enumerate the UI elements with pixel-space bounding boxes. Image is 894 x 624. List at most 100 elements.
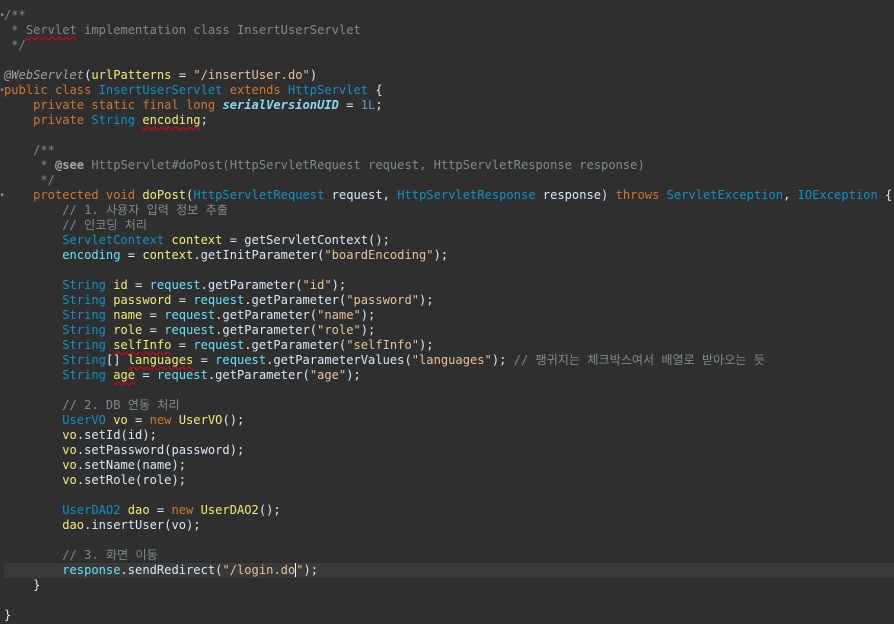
code-line[interactable]: // 3. 화면 이동: [4, 548, 894, 563]
code-token: "password": [346, 293, 420, 307]
code-line[interactable]: /**: [4, 8, 894, 23]
code-token: request: [164, 308, 216, 322]
code-line[interactable]: UserDAO2 dao = new UserDAO2();: [4, 503, 894, 518]
code-line[interactable]: dao.insertUser(vo);: [4, 518, 894, 533]
code-line[interactable]: * Servlet implementation class InsertUse…: [4, 23, 894, 38]
code-token: =: [171, 68, 194, 82]
code-line[interactable]: [4, 533, 894, 548]
code-token: .getParameter(: [244, 338, 347, 352]
code-token: =: [120, 248, 143, 262]
code-token: password: [105, 293, 172, 307]
code-token: */: [4, 173, 55, 187]
code-token: // 2. DB 연동 처리: [4, 398, 180, 412]
code-token: String: [4, 308, 106, 322]
code-line[interactable]: vo.setPassword(password);: [4, 443, 894, 458]
code-token: public class: [4, 83, 99, 97]
code-line[interactable]: */: [4, 38, 894, 53]
code-line[interactable]: vo.setRole(role);: [4, 473, 894, 488]
code-token: response): [535, 188, 616, 202]
code-token: ServletContext: [4, 233, 165, 247]
code-token: request,: [324, 188, 398, 202]
code-line[interactable]: [4, 383, 894, 398]
code-token: "age": [309, 368, 347, 382]
code-token: vo: [105, 413, 128, 427]
code-token: String: [4, 278, 106, 292]
code-line[interactable]: UserVO vo = new UserVO();: [4, 413, 894, 428]
code-token: request: [156, 368, 208, 382]
code-token: HttpServlet: [287, 83, 369, 97]
code-line[interactable]: /**: [4, 143, 894, 158]
code-token: }: [4, 578, 41, 592]
code-line[interactable]: }: [4, 608, 894, 623]
code-token: urlPatterns: [91, 68, 172, 82]
code-line[interactable]: String selfInfo = request.getParameter("…: [4, 338, 894, 353]
code-line-current[interactable]: response.sendRedirect("/login.do");: [4, 563, 894, 578]
code-line[interactable]: // 2. DB 연동 처리: [4, 398, 894, 413]
code-line[interactable]: [4, 128, 894, 143]
code-token: .setName(name);: [76, 458, 187, 472]
code-line[interactable]: vo.setId(id);: [4, 428, 894, 443]
code-token: );: [433, 248, 449, 262]
code-line[interactable]: encoding = context.getInitParameter("boa…: [4, 248, 894, 263]
code-token: "role": [317, 323, 361, 337]
code-line[interactable]: }: [4, 578, 894, 593]
code-token: *: [4, 23, 26, 37]
code-token: =: [127, 278, 150, 292]
code-line[interactable]: [4, 263, 894, 278]
code-token: InsertUserServlet: [98, 83, 223, 97]
code-line[interactable]: */: [4, 173, 894, 188]
code-token: */: [4, 38, 26, 52]
code-token: String: [4, 368, 114, 382]
code-line[interactable]: String id = request.getParameter("id");: [4, 278, 894, 293]
code-line[interactable]: String name = request.getParameter("name…: [4, 308, 894, 323]
code-token: vo: [4, 443, 77, 457]
code-token: new: [171, 503, 201, 517]
code-token: String: [4, 338, 114, 352]
code-line[interactable]: String[] languages = request.getParamete…: [4, 353, 894, 368]
code-token: @WebServlet: [4, 68, 85, 82]
code-line[interactable]: // 1. 사용자 입력 정보 추출: [4, 203, 894, 218]
code-line[interactable]: String age = request.getParameter("age")…: [4, 368, 894, 383]
code-token: UserDAO2: [4, 503, 121, 517]
code-editor[interactable]: ▸/** * Servlet implementation class Inse…: [0, 0, 894, 624]
code-token: String: [4, 293, 106, 307]
code-token: String: [4, 353, 106, 367]
code-token: );: [360, 308, 376, 322]
code-line[interactable]: [4, 593, 894, 608]
code-token: =: [338, 98, 361, 112]
code-token: =: [171, 338, 194, 352]
code-token: );: [331, 278, 347, 292]
code-token: .getParameter(: [200, 278, 303, 292]
code-token: private: [4, 113, 92, 127]
code-line[interactable]: [4, 53, 894, 68]
code-token: );: [360, 323, 376, 337]
code-line[interactable]: // 인코딩 처리: [4, 218, 894, 233]
code-token: // 팽귀지는 체크박스여서 배열로 받아오는 듯: [513, 353, 765, 367]
code-token: .setPassword(password);: [76, 443, 245, 457]
code-token: =: [171, 293, 194, 307]
code-token: languages: [127, 353, 194, 367]
code-token: UserDAO2: [200, 503, 259, 517]
code-line[interactable]: vo.setName(name);: [4, 458, 894, 473]
code-token: ();: [258, 503, 281, 517]
code-line[interactable]: private String encoding;: [4, 113, 894, 128]
code-line[interactable]: ServletContext context = getServletConte…: [4, 233, 894, 248]
code-line[interactable]: @WebServlet(urlPatterns = "/insertUser.d…: [4, 68, 894, 83]
code-token: =: [127, 413, 150, 427]
code-token: dao: [120, 503, 150, 517]
code-token: request: [215, 353, 267, 367]
code-line[interactable]: * @see HttpServlet#doPost(HttpServletReq…: [4, 158, 894, 173]
code-token: vo: [4, 473, 77, 487]
code-line[interactable]: public class InsertUserServlet extends H…: [4, 83, 894, 98]
code-token: dao: [4, 518, 85, 532]
code-line[interactable]: private static final long serialVersionU…: [4, 98, 894, 113]
code-token: context: [164, 233, 223, 247]
code-line[interactable]: protected void doPost(HttpServletRequest…: [4, 188, 894, 203]
code-token: =: [142, 308, 165, 322]
code-line[interactable]: [4, 488, 894, 503]
code-token: /**: [4, 8, 26, 22]
code-token: ServletException: [666, 188, 784, 202]
code-line[interactable]: String password = request.getParameter("…: [4, 293, 894, 308]
code-token: request: [149, 278, 201, 292]
code-line[interactable]: String role = request.getParameter("role…: [4, 323, 894, 338]
